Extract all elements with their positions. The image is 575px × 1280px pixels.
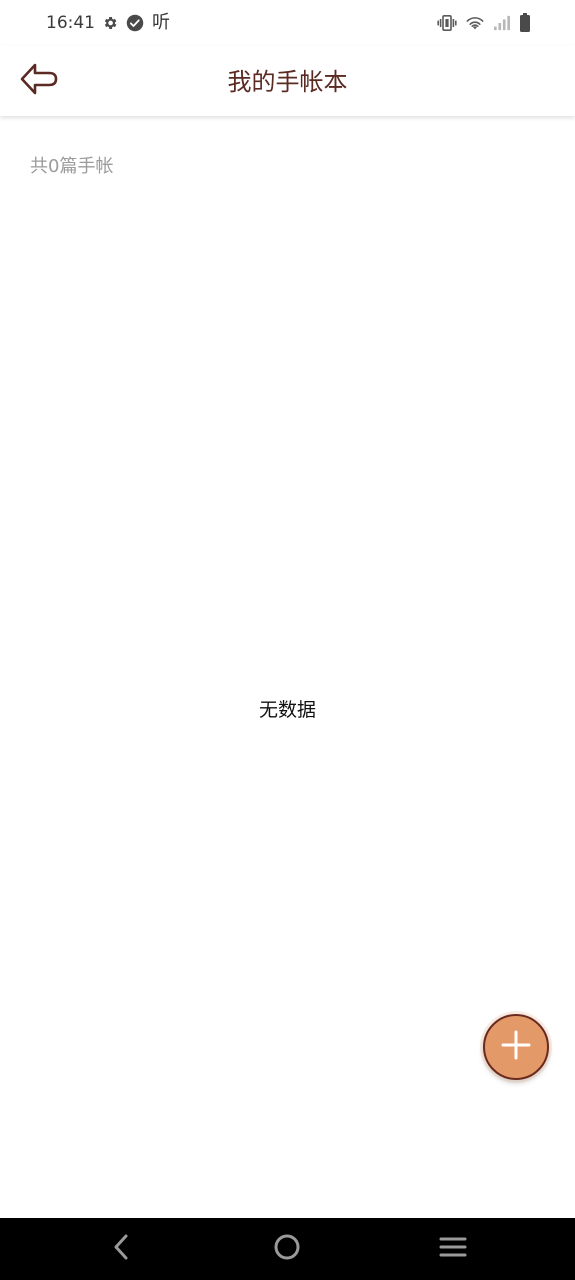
nav-back-button[interactable]	[101, 1232, 141, 1266]
nav-home-icon	[273, 1233, 301, 1265]
status-bar: 16:41 听	[0, 0, 575, 46]
note-count-label: 共0篇手帐	[30, 156, 114, 177]
nav-recents-icon	[439, 1235, 467, 1263]
page-title: 我的手帐本	[227, 68, 348, 96]
signal-icon	[493, 15, 511, 31]
empty-state-text: 无数据	[258, 699, 316, 721]
nav-back-icon	[111, 1233, 131, 1265]
battery-icon	[519, 13, 531, 33]
wifi-icon	[465, 15, 485, 31]
settings-icon	[102, 15, 118, 31]
status-left-icons: 听	[102, 13, 170, 33]
status-right-icons	[437, 13, 531, 33]
check-circle-icon	[126, 14, 144, 32]
status-time: 16:41	[46, 13, 95, 33]
nav-recents-button[interactable]	[433, 1232, 473, 1266]
nav-home-button[interactable]	[267, 1232, 307, 1266]
navigation-bar	[0, 1218, 575, 1280]
app-bar: 我的手帐本	[0, 46, 575, 116]
vibrate-icon	[437, 15, 457, 31]
plus-icon	[500, 1029, 532, 1065]
add-note-button[interactable]	[483, 1014, 549, 1080]
status-app-indicator: 听	[152, 12, 170, 33]
